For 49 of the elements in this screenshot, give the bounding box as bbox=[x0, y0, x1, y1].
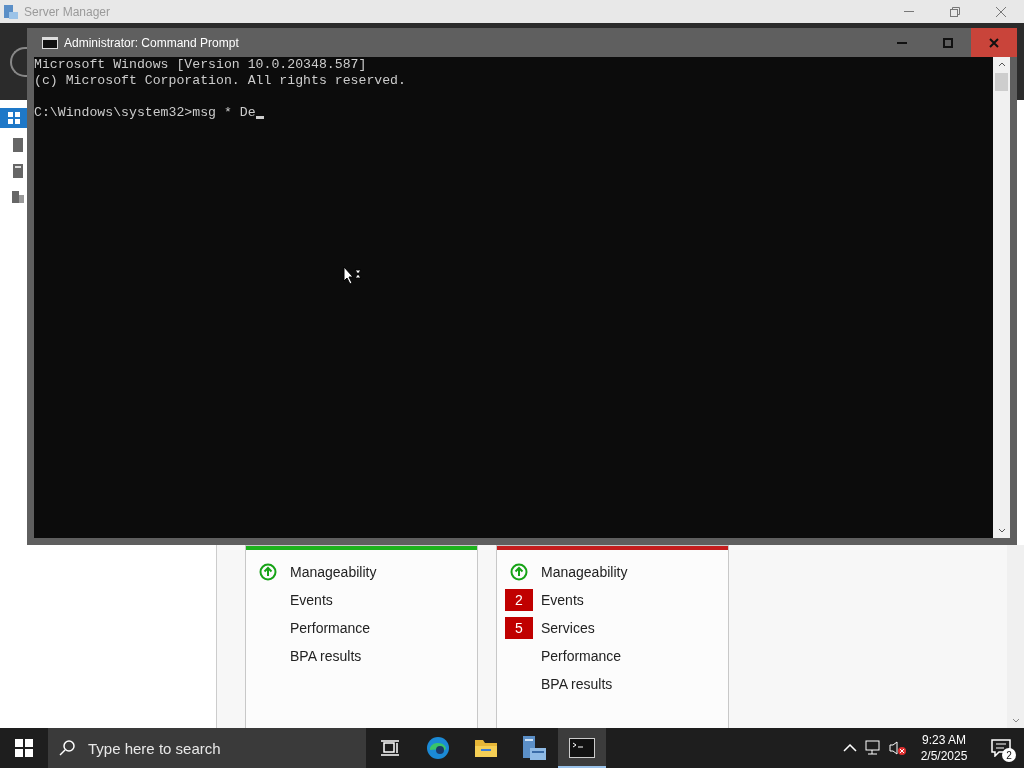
restore-icon bbox=[950, 6, 960, 17]
minimize-icon bbox=[897, 41, 907, 44]
notification-icon bbox=[991, 739, 1011, 757]
task-view-icon bbox=[381, 740, 399, 756]
windows-logo-icon bbox=[15, 739, 33, 757]
scrollbar[interactable] bbox=[1007, 545, 1024, 728]
alert-count: 5 bbox=[505, 617, 533, 639]
notifications-button[interactable]: 2 bbox=[978, 728, 1024, 768]
console-line: Microsoft Windows [Version 10.0.20348.587] bbox=[34, 57, 368, 73]
status-link[interactable]: Performance bbox=[541, 648, 622, 664]
browser-icon bbox=[426, 736, 450, 760]
status-link[interactable]: BPA results bbox=[290, 648, 362, 664]
close-button[interactable] bbox=[971, 28, 1017, 57]
scroll-down-icon[interactable] bbox=[1011, 718, 1020, 724]
text-cursor bbox=[255, 116, 264, 119]
status-link[interactable]: BPA results bbox=[541, 676, 613, 692]
dashboard-icon[interactable] bbox=[0, 108, 27, 128]
close-icon bbox=[996, 6, 1006, 17]
scroll-up-icon[interactable] bbox=[997, 61, 1006, 67]
terminal-icon bbox=[42, 36, 58, 49]
close-icon bbox=[989, 37, 999, 48]
scrollbar[interactable] bbox=[993, 57, 1010, 538]
status-link[interactable]: Manageability bbox=[290, 564, 377, 580]
folder-icon bbox=[474, 737, 498, 759]
status-link[interactable]: Performance bbox=[290, 620, 371, 636]
search-field[interactable]: Type here to search bbox=[48, 728, 366, 768]
clock[interactable]: 9:23 AM 2/5/2025 bbox=[910, 728, 978, 768]
status-link[interactable]: Events bbox=[290, 592, 333, 608]
maximize-icon bbox=[943, 37, 953, 48]
server-manager-icon bbox=[3, 3, 19, 20]
server-icon bbox=[521, 735, 547, 761]
terminal-button[interactable] bbox=[558, 728, 606, 768]
roles-icon[interactable] bbox=[9, 188, 27, 206]
chevron-up-icon bbox=[843, 744, 857, 752]
minimize-icon bbox=[904, 11, 914, 12]
status-link[interactable]: Services bbox=[541, 620, 595, 636]
command-line[interactable]: C:\Windows\system32>msg * De bbox=[34, 105, 256, 121]
scroll-thumb[interactable] bbox=[995, 73, 1008, 91]
status-link[interactable]: Manageability bbox=[541, 564, 628, 580]
alert-count: 2 bbox=[505, 589, 533, 611]
window-title: Server Manager bbox=[24, 4, 111, 19]
busy-cursor-icon bbox=[343, 266, 363, 286]
network-icon bbox=[865, 740, 883, 756]
console-line: (c) Microsoft Corporation. All rights reserved. bbox=[34, 73, 407, 89]
status-link[interactable]: Events bbox=[541, 592, 584, 608]
window-title: Administrator: Command Prompt bbox=[64, 35, 239, 50]
muted-speaker-icon bbox=[889, 740, 907, 756]
terminal-icon bbox=[569, 738, 595, 758]
scroll-down-icon[interactable] bbox=[997, 528, 1006, 534]
